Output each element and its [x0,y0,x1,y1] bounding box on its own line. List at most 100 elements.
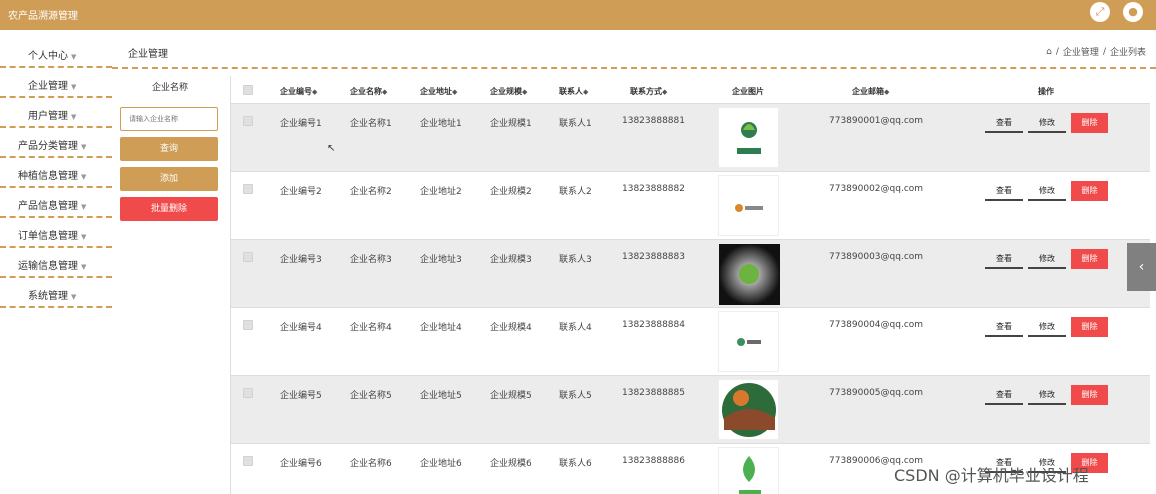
row-checkbox[interactable] [243,388,253,398]
table-row: 企业编号2 企业名称2 企业地址2 企业规模2 联系人2 13823888882… [231,172,1150,240]
filter-label: 企业名称 [151,83,188,93]
view-button[interactable]: 查看 [985,317,1023,337]
view-button[interactable]: 查看 [985,249,1023,269]
cell-name: 企业名称2 [350,187,392,197]
sort-icon: ◆ [583,88,589,96]
sidebar-item-order[interactable]: 订单信息管理 ▼ [0,218,112,248]
chevron-down-icon: ▼ [71,53,77,61]
header-label: 企业邮箱 [852,87,884,96]
cell-email: 773890003@qq.com [829,252,924,262]
header-address[interactable]: 企业地址◆ [420,86,457,97]
cell-phone: 13823888884 [622,320,685,330]
chevron-down-icon: ▼ [81,143,87,151]
collapse-panel-tab[interactable]: ‹ [1127,243,1156,291]
row-checkbox[interactable] [243,116,253,126]
query-button[interactable]: 查询 [120,137,218,161]
header-label: 企业规模 [490,87,522,96]
home-icon[interactable]: ⌂ [1046,47,1052,57]
header-scale[interactable]: 企业规模◆ [490,86,527,97]
cell-name: 企业名称5 [350,391,392,401]
cell-contact: 联系人2 [559,187,592,197]
header-name[interactable]: 企业名称◆ [350,86,387,97]
cell-address: 企业地址1 [420,119,462,129]
cell-phone: 13823888883 [622,252,685,262]
enterprise-table: 企业编号◆ 企业名称◆ 企业地址◆ 企业规模◆ 联系人◆ 联系方式◆ 企业图片 … [230,76,1150,494]
sidebar-item-label: 产品分类管理 [18,141,78,152]
sidebar-item-label: 运输信息管理 [18,261,78,272]
view-button[interactable]: 查看 [985,181,1023,201]
chevron-down-icon: ▼ [71,113,77,121]
edit-button[interactable]: 修改 [1028,113,1066,133]
sidebar-item-users[interactable]: 用户管理 ▼ [0,98,112,128]
cell-scale: 企业规模3 [490,255,532,265]
view-button[interactable]: 查看 [985,385,1023,405]
header-phone[interactable]: 联系方式◆ [630,86,667,97]
enterprise-logo-image [718,175,779,236]
sidebar-item-label: 系统管理 [28,291,68,302]
fullscreen-icon[interactable]: ⤢ [1090,2,1110,22]
edit-button[interactable]: 修改 [1028,249,1066,269]
header-code[interactable]: 企业编号◆ [280,86,317,97]
cell-scale: 企业规模4 [490,323,532,333]
chevron-left-icon: ‹ [1138,259,1145,275]
sidebar-item-category[interactable]: 产品分类管理 ▼ [0,128,112,158]
breadcrumb-enterprise-list: 企业列表 [1109,48,1146,58]
delete-button[interactable]: 删除 [1071,317,1108,337]
header-email[interactable]: 企业邮箱◆ [852,86,889,97]
enterprise-logo-image [718,447,779,494]
cell-code: 企业编号2 [280,187,322,197]
sidebar-item-product[interactable]: 产品信息管理 ▼ [0,188,112,218]
sidebar-item-system[interactable]: 系统管理 ▼ [0,278,112,308]
cell-contact: 联系人6 [559,459,592,469]
edit-button[interactable]: 修改 [1028,181,1066,201]
sidebar-item-planting[interactable]: 种植信息管理 ▼ [0,158,112,188]
header-label: 企业名称 [350,87,382,96]
delete-button[interactable]: 删除 [1071,385,1108,405]
sidebar-item-label: 订单信息管理 [18,231,78,242]
cell-contact: 联系人1 [559,119,592,129]
chevron-down-icon: ▼ [81,173,87,181]
breadcrumb-separator: / [1055,46,1059,57]
sort-icon: ◆ [522,88,528,96]
page-title: 企业管理 [128,49,168,60]
sort-icon: ◆ [312,88,318,96]
row-checkbox[interactable] [243,320,253,330]
row-checkbox[interactable] [243,456,253,466]
view-button[interactable]: 查看 [985,113,1023,133]
user-icon[interactable]: ● [1123,2,1143,22]
sidebar-item-enterprise[interactable]: 企业管理 ▼ [0,68,112,98]
cell-scale: 企业规模2 [490,187,532,197]
cell-email: 773890002@qq.com [829,184,924,194]
edit-button[interactable]: 修改 [1028,385,1066,405]
header-ops: 操作 [1038,87,1054,96]
cell-scale: 企业规模1 [490,119,532,129]
sidebar-item-personal[interactable]: 个人中心 ▼ [0,38,112,68]
enterprise-name-search-input[interactable] [120,107,218,131]
filter-panel: 企业名称 查询 添加 批量删除 [120,78,220,221]
select-all-checkbox[interactable] [243,85,253,95]
sort-icon: ◆ [452,88,458,96]
chevron-down-icon: ▼ [71,83,77,91]
watermark: CSDN @计算机毕业设计程 [894,466,1089,485]
cell-contact: 联系人4 [559,323,592,333]
batch-delete-button[interactable]: 批量删除 [120,197,218,221]
row-checkbox[interactable] [243,184,253,194]
delete-button[interactable]: 删除 [1071,113,1108,133]
cell-phone: 13823888882 [622,184,685,194]
sidebar-item-transport[interactable]: 运输信息管理 ▼ [0,248,112,278]
cell-scale: 企业规模5 [490,391,532,401]
cell-name: 企业名称1 [350,119,392,129]
header-contact[interactable]: 联系人◆ [559,86,588,97]
add-button[interactable]: 添加 [120,167,218,191]
edit-button[interactable]: 修改 [1028,317,1066,337]
sidebar-item-label: 产品信息管理 [18,201,78,212]
delete-button[interactable]: 删除 [1071,181,1108,201]
chevron-down-icon: ▼ [81,263,87,271]
delete-button[interactable]: 删除 [1071,249,1108,269]
cell-code: 企业编号5 [280,391,322,401]
row-checkbox[interactable] [243,252,253,262]
cell-code: 企业编号1 [280,119,322,129]
cell-email: 773890001@qq.com [829,116,924,126]
mouse-cursor-icon: ↖ [327,143,336,154]
breadcrumb-enterprise[interactable]: 企业管理 [1063,45,1099,58]
